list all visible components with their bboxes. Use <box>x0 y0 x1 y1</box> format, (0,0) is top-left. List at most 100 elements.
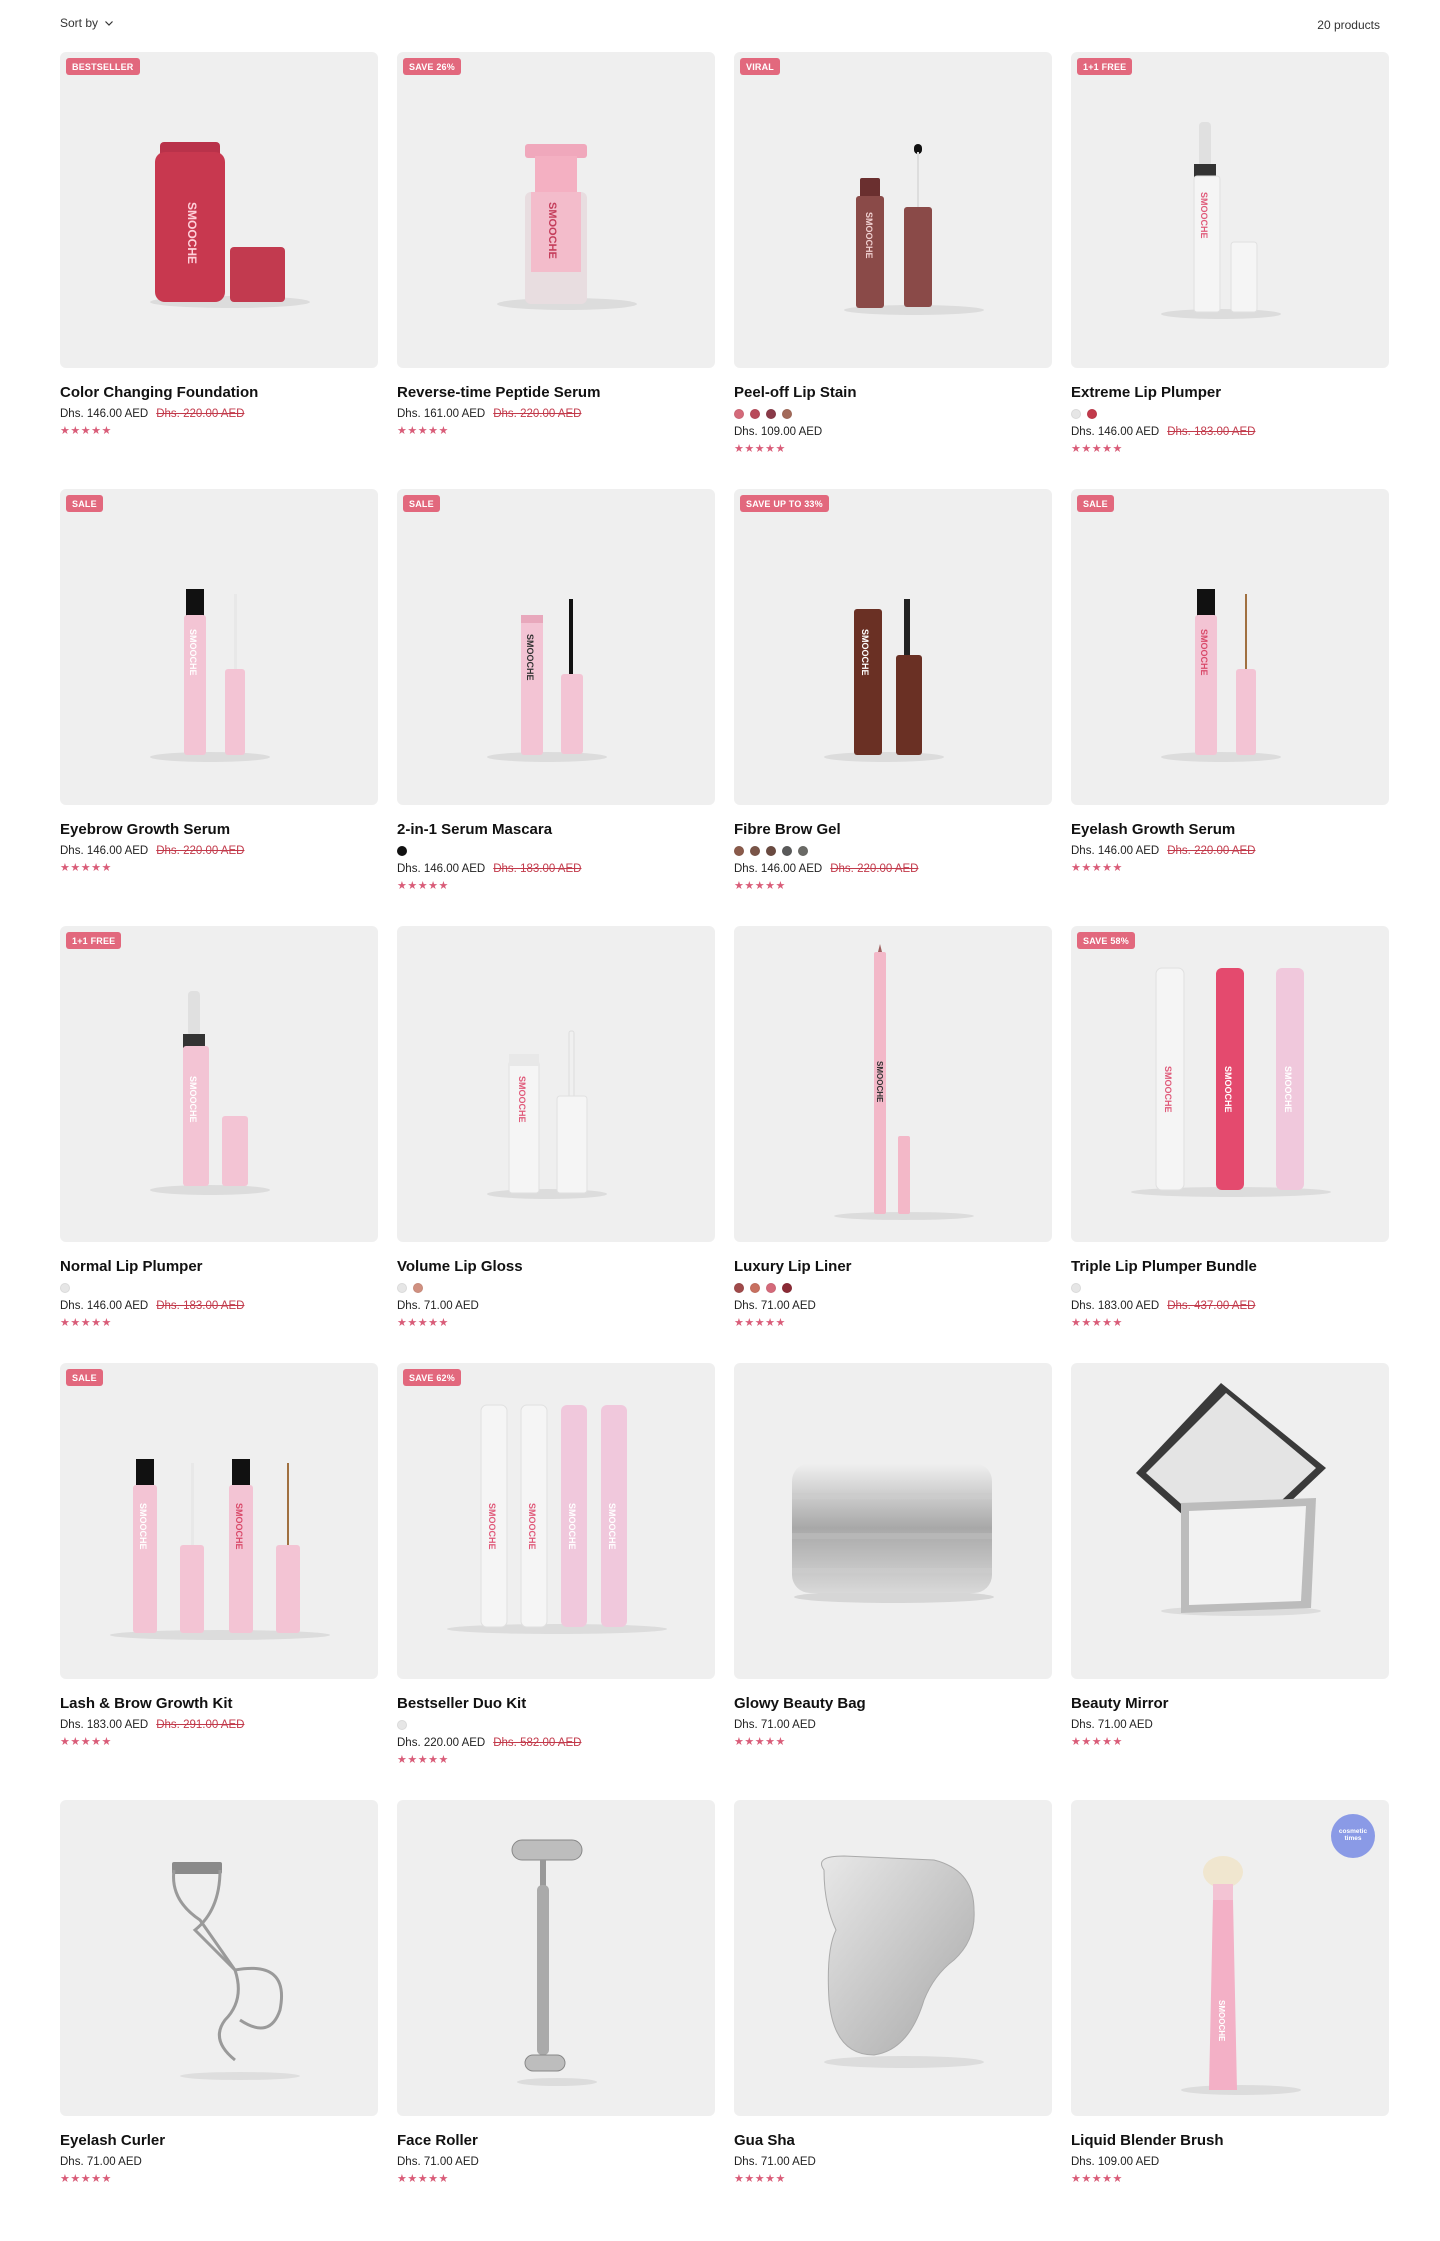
color-swatch[interactable] <box>766 409 776 419</box>
star-rating: ★★★★★ <box>397 880 449 892</box>
product-image[interactable]: SMOOCHE <box>734 926 1052 1242</box>
product-card[interactable]: SMOOCHE SMOOCHE SMOOCHE SMOOCHE SAVE 62% Be… <box>397 1363 715 1800</box>
color-swatch[interactable] <box>1087 409 1097 419</box>
product-image[interactable]: SMOOCHE 1+1 FREE <box>60 926 378 1242</box>
product-image[interactable] <box>1071 1363 1389 1679</box>
color-swatch[interactable] <box>750 409 760 419</box>
product-title[interactable]: Lash & Brow Growth Kit <box>60 1695 378 1712</box>
color-swatch[interactable] <box>397 1720 407 1730</box>
product-title[interactable]: Beauty Mirror <box>1071 1695 1389 1712</box>
color-swatch[interactable] <box>750 846 760 856</box>
product-title[interactable]: Reverse-time Peptide Serum <box>397 384 715 401</box>
product-title[interactable]: Volume Lip Gloss <box>397 1258 715 1275</box>
svg-text:SMOOCHE: SMOOCHE <box>1223 1066 1233 1113</box>
product-title[interactable]: Liquid Blender Brush <box>1071 2132 1389 2149</box>
product-card[interactable]: SMOOCHE SALE 2-in-1 Serum Mascara Dhs. 1… <box>397 489 715 926</box>
product-image[interactable]: SMOOCHE SALE <box>60 489 378 805</box>
product-badge: 1+1 FREE <box>1077 58 1133 75</box>
product-title[interactable]: Normal Lip Plumper <box>60 1258 378 1275</box>
product-title[interactable]: Color Changing Foundation <box>60 384 378 401</box>
color-swatch[interactable] <box>766 1283 776 1293</box>
product-title[interactable]: Extreme Lip Plumper <box>1071 384 1389 401</box>
price-row: Dhs. 183.00 AED Dhs. 437.00 AED <box>1071 1300 1389 1312</box>
product-image[interactable]: SMOOCHE <box>397 926 715 1242</box>
color-swatch[interactable] <box>397 846 407 856</box>
color-swatch[interactable] <box>782 1283 792 1293</box>
color-swatch[interactable] <box>782 846 792 856</box>
color-swatch[interactable] <box>766 846 776 856</box>
product-card[interactable]: SMOOCHE Luxury Lip Liner Dhs. 71.00 AED … <box>734 926 1052 1363</box>
product-image[interactable] <box>734 1363 1052 1679</box>
product-title[interactable]: Eyelash Curler <box>60 2132 378 2149</box>
product-price: Dhs. 109.00 AED <box>1071 2156 1160 2168</box>
color-swatches <box>734 846 1052 856</box>
product-image[interactable]: SMOOCHE SMOOCHE SALE <box>60 1363 378 1679</box>
product-image[interactable] <box>60 1800 378 2116</box>
product-title[interactable]: Glowy Beauty Bag <box>734 1695 1052 1712</box>
product-image[interactable]: SMOOCHE cosmetic times <box>1071 1800 1389 2116</box>
product-image[interactable] <box>397 1800 715 2116</box>
color-swatch[interactable] <box>734 1283 744 1293</box>
price-row: Dhs. 71.00 AED <box>1071 1719 1389 1731</box>
color-swatch[interactable] <box>782 409 792 419</box>
product-card[interactable]: SMOOCHE SALE Eyebrow Growth Serum Dhs. 1… <box>60 489 378 926</box>
product-price: Dhs. 146.00 AED <box>1071 845 1160 857</box>
product-card[interactable]: SMOOCHE SMOOCHE SMOOCHE SAVE 58% Triple Li… <box>1071 926 1389 1363</box>
product-title[interactable]: Face Roller <box>397 2132 715 2149</box>
product-image[interactable]: SMOOCHE SALE <box>397 489 715 805</box>
product-image[interactable]: SMOOCHE SALE <box>1071 489 1389 805</box>
product-card[interactable]: Face Roller Dhs. 71.00 AED ★★★★★ <box>397 1800 715 2237</box>
color-swatch[interactable] <box>734 846 744 856</box>
product-image[interactable]: SMOOCHE 1+1 FREE <box>1071 52 1389 368</box>
product-image[interactable]: SMOOCHE VIRAL <box>734 52 1052 368</box>
product-title[interactable]: 2-in-1 Serum Mascara <box>397 821 715 838</box>
svg-text:SMOOCHE: SMOOCHE <box>1217 2000 1226 2042</box>
color-swatch[interactable] <box>750 1283 760 1293</box>
star-rating: ★★★★★ <box>734 880 786 892</box>
product-title[interactable]: Eyelash Growth Serum <box>1071 821 1389 838</box>
product-image[interactable]: SMOOCHE BESTSELLER <box>60 52 378 368</box>
product-card[interactable]: SMOOCHE BESTSELLER Color Changing Founda… <box>60 52 378 489</box>
product-image[interactable] <box>734 1800 1052 2116</box>
sort-by-dropdown[interactable]: Sort by <box>60 16 114 30</box>
product-title[interactable]: Luxury Lip Liner <box>734 1258 1052 1275</box>
product-image[interactable]: SMOOCHE SMOOCHE SMOOCHE SMOOCHE SAVE 62% <box>397 1363 715 1679</box>
color-swatch[interactable] <box>60 1283 70 1293</box>
product-card[interactable]: SMOOCHE cosmetic times Liquid Blender Br… <box>1071 1800 1389 2237</box>
product-image[interactable]: SMOOCHE SMOOCHE SMOOCHE SAVE 58% <box>1071 926 1389 1242</box>
product-image[interactable]: SMOOCHE SAVE 26% <box>397 52 715 368</box>
product-title[interactable]: Bestseller Duo Kit <box>397 1695 715 1712</box>
svg-text:SMOOCHE: SMOOCHE <box>487 1503 497 1550</box>
product-card[interactable]: SMOOCHE SAVE 26% Reverse-time Peptide Se… <box>397 52 715 489</box>
product-title[interactable]: Eyebrow Growth Serum <box>60 821 378 838</box>
product-card[interactable]: Glowy Beauty Bag Dhs. 71.00 AED ★★★★★ <box>734 1363 1052 1800</box>
product-image[interactable]: SMOOCHE SAVE UP TO 33% <box>734 489 1052 805</box>
color-swatch[interactable] <box>413 1283 423 1293</box>
product-card[interactable]: SMOOCHE SALE Eyelash Growth Serum Dhs. 1… <box>1071 489 1389 926</box>
product-card[interactable]: SMOOCHE VIRAL Peel-off Lip Stain Dhs. 10… <box>734 52 1052 489</box>
product-card[interactable]: SMOOCHE Volume Lip Gloss Dhs. 71.00 AED … <box>397 926 715 1363</box>
color-swatch[interactable] <box>798 846 808 856</box>
product-card[interactable]: SMOOCHE 1+1 FREE Normal Lip Plumper Dhs.… <box>60 926 378 1363</box>
product-title[interactable]: Fibre Brow Gel <box>734 821 1052 838</box>
product-card[interactable]: Gua Sha Dhs. 71.00 AED ★★★★★ <box>734 1800 1052 2237</box>
color-swatch[interactable] <box>734 409 744 419</box>
color-swatch[interactable] <box>1071 409 1081 419</box>
product-title[interactable]: Triple Lip Plumper Bundle <box>1071 1258 1389 1275</box>
product-card[interactable]: Beauty Mirror Dhs. 71.00 AED ★★★★★ <box>1071 1363 1389 1800</box>
product-card[interactable]: Eyelash Curler Dhs. 71.00 AED ★★★★★ <box>60 1800 378 2237</box>
color-swatch[interactable] <box>397 1283 407 1293</box>
star-rating: ★★★★★ <box>60 1736 112 1748</box>
color-swatch[interactable] <box>1071 1283 1081 1293</box>
product-title[interactable]: Peel-off Lip Stain <box>734 384 1052 401</box>
svg-text:SMOOCHE: SMOOCHE <box>525 634 535 681</box>
star-rating: ★★★★★ <box>1071 1317 1123 1329</box>
cosmetic-times-seal: cosmetic times <box>1331 1814 1375 1858</box>
product-card[interactable]: SMOOCHE SMOOCHE SALE Lash & Brow Growth K… <box>60 1363 378 1800</box>
product-card[interactable]: SMOOCHE SAVE UP TO 33% Fibre Brow Gel Dh… <box>734 489 1052 926</box>
color-swatches <box>1071 409 1389 419</box>
product-title[interactable]: Gua Sha <box>734 2132 1052 2149</box>
price-row: Dhs. 146.00 AED Dhs. 220.00 AED <box>734 863 1052 875</box>
product-badge: SALE <box>66 495 103 512</box>
product-card[interactable]: SMOOCHE 1+1 FREE Extreme Lip Plumper Dhs… <box>1071 52 1389 489</box>
